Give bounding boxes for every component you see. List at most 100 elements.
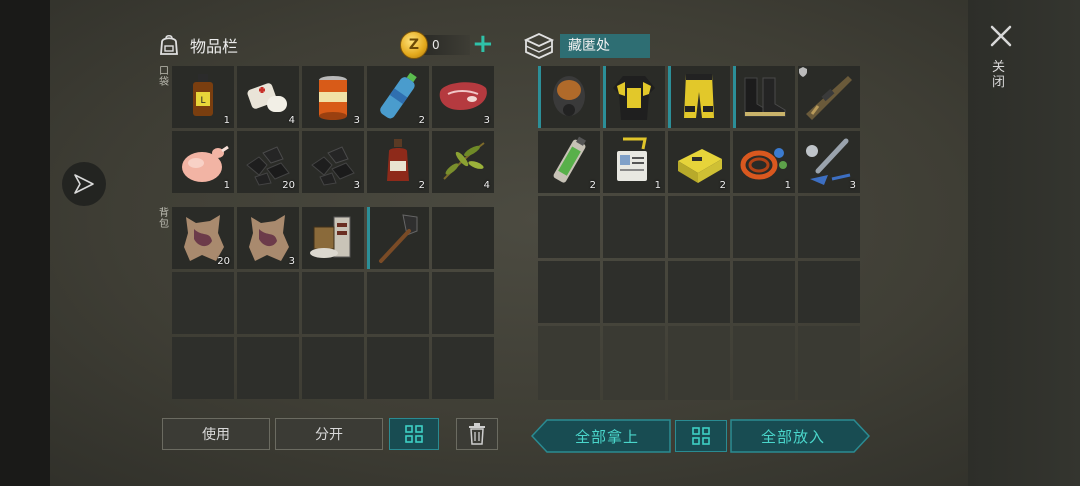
- item-quantity: 2: [418, 180, 425, 191]
- inventory-title: 物品栏: [190, 37, 239, 56]
- backpack-slot-empty[interactable]: [237, 337, 299, 399]
- svg-text:L: L: [200, 96, 205, 106]
- stash-slot-locked: [733, 326, 795, 388]
- stash-slot[interactable]: 1: [603, 131, 665, 193]
- pocket-slot[interactable]: 4: [237, 66, 299, 128]
- item-quantity: 1: [223, 180, 230, 191]
- trash-icon: [469, 423, 485, 445]
- pocket-slot[interactable]: 3: [302, 131, 364, 193]
- navigation-toggle-button[interactable]: [62, 162, 106, 206]
- pocket-label: 口袋: [159, 66, 169, 88]
- stash-slot-empty[interactable]: [798, 196, 860, 258]
- trash-button[interactable]: [456, 418, 498, 450]
- stash-slot-empty[interactable]: [538, 261, 600, 323]
- backpack-grid: 20 3: [172, 207, 494, 399]
- stash-slot[interactable]: [603, 66, 665, 128]
- stash-slot-locked: [538, 326, 600, 388]
- item-quantity: 3: [353, 180, 360, 191]
- backpack-label: 背包: [159, 208, 169, 230]
- left-edge: [0, 0, 50, 486]
- stash-slot-empty[interactable]: [733, 261, 795, 323]
- item-quantity: 20: [217, 256, 230, 267]
- stash-slot[interactable]: [733, 66, 795, 128]
- stash-slot-empty[interactable]: [603, 196, 665, 258]
- stash-slot[interactable]: 3: [798, 131, 860, 193]
- item-quantity: 2: [589, 180, 596, 191]
- backpack-slot-empty[interactable]: [302, 337, 364, 399]
- backpack-slot-empty[interactable]: [172, 272, 234, 334]
- item-quantity: 2: [719, 180, 726, 191]
- backpack-slot-empty[interactable]: [172, 337, 234, 399]
- stash-slot[interactable]: 2: [538, 131, 600, 193]
- stash-header: 藏匿处: [522, 30, 650, 60]
- stash-slot-locked: [798, 326, 860, 388]
- sort-grid-icon: [405, 425, 423, 443]
- take-all-button[interactable]: 全部拿上: [545, 420, 669, 452]
- close-button[interactable]: [985, 20, 1017, 52]
- stash-slot[interactable]: [668, 66, 730, 128]
- stash-slot-empty[interactable]: [668, 196, 730, 258]
- backpack-slot-empty[interactable]: [367, 337, 429, 399]
- sort-grid-icon: [692, 427, 710, 445]
- pocket-slot[interactable]: 1: [172, 131, 234, 193]
- backpack-slot[interactable]: 3: [237, 207, 299, 269]
- stash-slot-empty[interactable]: [538, 196, 600, 258]
- stash-slot-locked: [603, 326, 665, 388]
- put-all-button[interactable]: 全部放入: [731, 420, 855, 452]
- backpack-slot-empty[interactable]: [302, 272, 364, 334]
- stash-title: 藏匿处: [560, 34, 650, 58]
- backpack-slot-empty[interactable]: [367, 272, 429, 334]
- item-quantity: 1: [223, 115, 230, 126]
- backpack-slot[interactable]: [367, 207, 429, 269]
- backpack-slot-empty[interactable]: [432, 272, 494, 334]
- coin-count: 0: [424, 35, 470, 55]
- stash-slot-empty[interactable]: [668, 261, 730, 323]
- item-quantity: 1: [654, 180, 661, 191]
- stash-slot-empty[interactable]: [733, 196, 795, 258]
- pocket-slot[interactable]: 20: [237, 131, 299, 193]
- split-button[interactable]: 分开: [275, 418, 383, 450]
- close-icon: [990, 25, 1012, 47]
- coin-icon: Z: [400, 31, 428, 59]
- add-coins-button[interactable]: +: [472, 31, 494, 57]
- shield-icon: [799, 67, 807, 77]
- stash-slot[interactable]: 2: [668, 131, 730, 193]
- stash-slot-empty[interactable]: [603, 261, 665, 323]
- inventory-sort-button[interactable]: [389, 418, 439, 450]
- item-quantity: 1: [784, 180, 791, 191]
- item-quantity: 20: [282, 180, 295, 191]
- stash-slot[interactable]: [798, 66, 860, 128]
- pocket-slot[interactable]: 2: [367, 131, 429, 193]
- pocket-slot[interactable]: 2: [367, 66, 429, 128]
- stash-slot[interactable]: [538, 66, 600, 128]
- stash-sort-button[interactable]: [675, 420, 727, 452]
- pocket-slot[interactable]: 3: [302, 66, 364, 128]
- stash-slot-locked: [668, 326, 730, 388]
- pocket-slot[interactable]: 3: [432, 66, 494, 128]
- coin-balance: 0 Z +: [400, 31, 498, 59]
- hazmat-pants-icon: [684, 74, 714, 118]
- use-button[interactable]: 使用: [162, 418, 270, 450]
- stash-slot[interactable]: 1: [733, 131, 795, 193]
- backpack-icon: [160, 34, 178, 55]
- item-quantity: 4: [483, 180, 490, 191]
- item-quantity: 3: [849, 180, 856, 191]
- stash-grid: 2 1 2 1 3: [538, 66, 860, 388]
- scrap-parts-icon: [310, 216, 351, 258]
- storage-box-icon: [523, 33, 555, 59]
- backpack-slot-empty[interactable]: [237, 272, 299, 334]
- backpack-slot[interactable]: [302, 207, 364, 269]
- pocket-grid: L 1 4 3 2 3 1 20 3 2 4: [172, 66, 494, 193]
- stash-scroll-fade: [538, 388, 860, 400]
- right-edge: [968, 0, 1080, 486]
- pocket-slot[interactable]: 4: [432, 131, 494, 193]
- pocket-slot[interactable]: L 1: [172, 66, 234, 128]
- backpack-slot[interactable]: 20: [172, 207, 234, 269]
- item-quantity: 3: [353, 115, 360, 126]
- stash-slot-empty[interactable]: [798, 261, 860, 323]
- backpack-slot-empty[interactable]: [432, 207, 494, 269]
- item-quantity: 3: [483, 115, 490, 126]
- boots-icon: [744, 77, 786, 117]
- backpack-slot-empty[interactable]: [432, 337, 494, 399]
- item-quantity: 4: [288, 115, 295, 126]
